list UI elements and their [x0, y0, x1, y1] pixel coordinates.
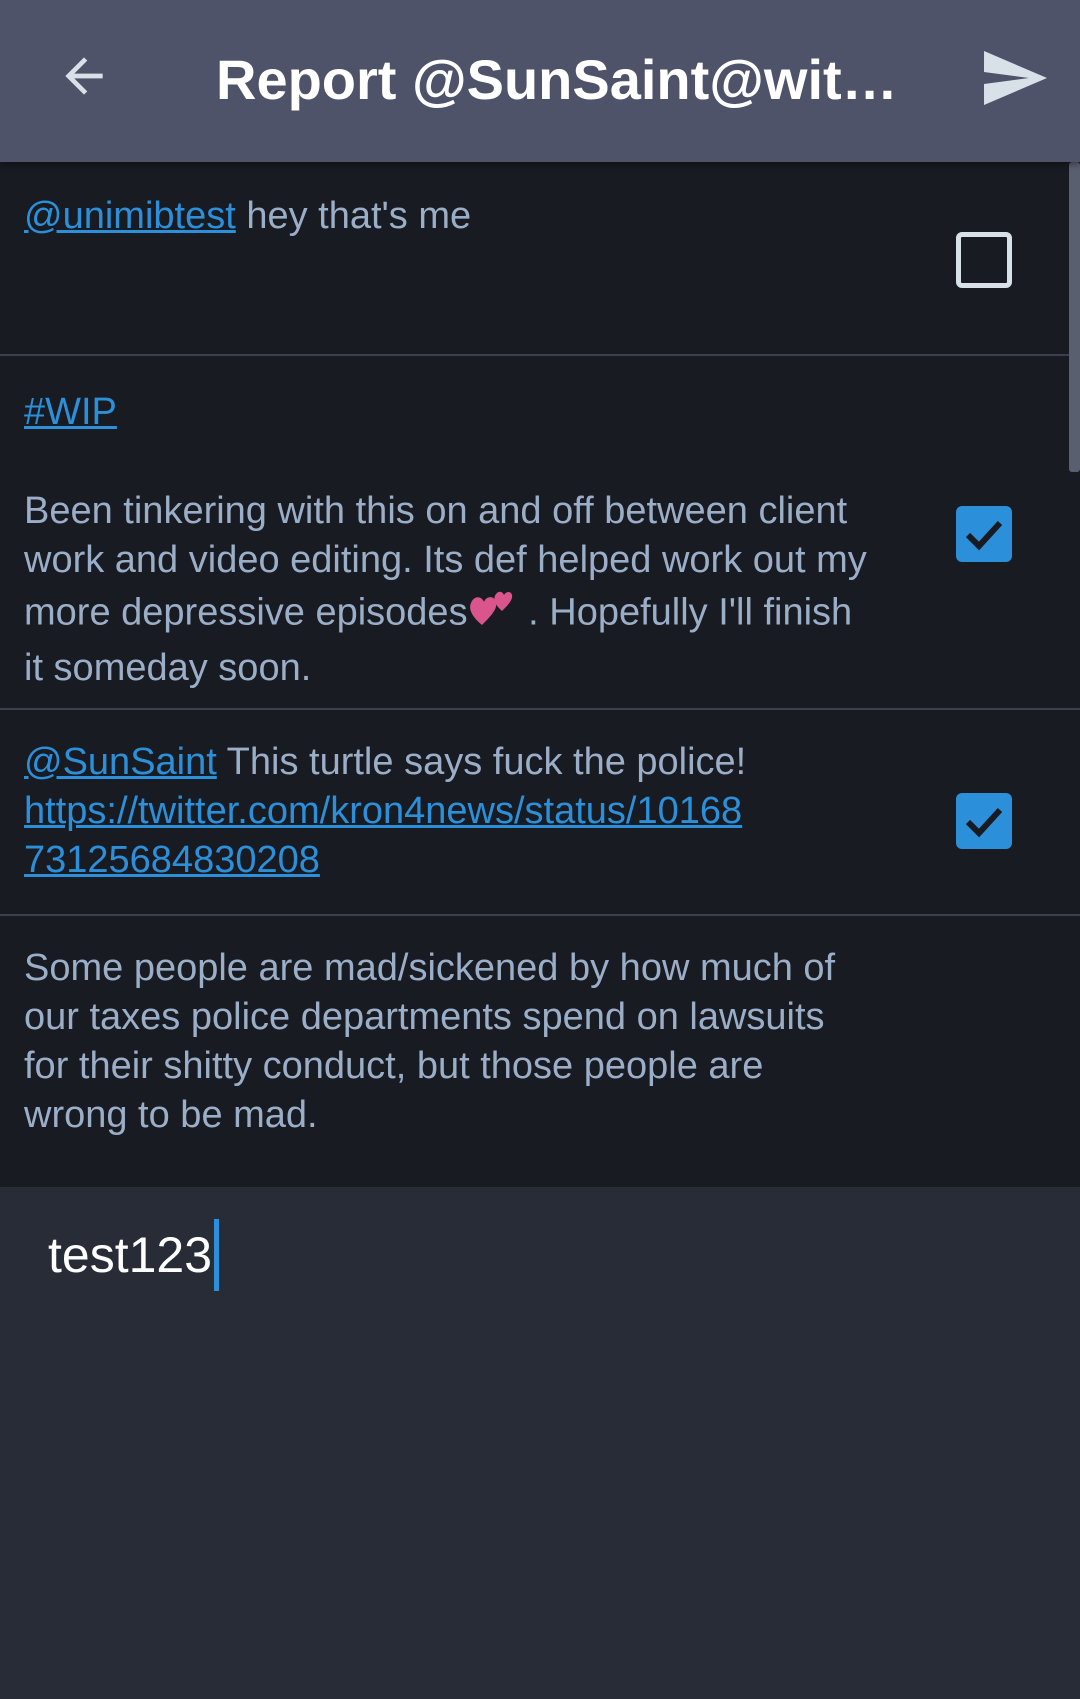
- text-caret: [214, 1219, 220, 1291]
- send-report-button[interactable]: [966, 36, 1062, 120]
- status-content: #WIP Been tinkering with this on and off…: [24, 388, 874, 693]
- status-item[interactable]: #WIP Been tinkering with this on and off…: [0, 356, 1080, 710]
- send-icon: [984, 51, 1047, 105]
- status-list[interactable]: @unimibtest hey that's me #WIP Been tink…: [0, 162, 1080, 1187]
- status-item[interactable]: Some people are mad/sickened by how much…: [0, 916, 1080, 1186]
- toolbar: Report @SunSaint@witc…: [0, 0, 1080, 162]
- comment-input[interactable]: test123: [48, 1219, 220, 1291]
- comment-field[interactable]: test123: [0, 1187, 1080, 1699]
- checkmark-icon: [965, 520, 1003, 551]
- checkmark-icon: [965, 807, 1003, 838]
- back-button[interactable]: [44, 36, 124, 116]
- status-content: @unimibtest hey that's me: [24, 192, 874, 241]
- scrollbar[interactable]: [1069, 162, 1080, 472]
- status-item[interactable]: @unimibtest hey that's me: [0, 162, 1080, 356]
- status-content: Some people are mad/sickened by how much…: [24, 944, 874, 1140]
- status-checkbox[interactable]: [956, 793, 1012, 849]
- status-checkbox[interactable]: [956, 506, 1012, 562]
- mention-link[interactable]: @unimibtest: [24, 195, 236, 237]
- comment-value: test123: [48, 1227, 213, 1283]
- hashtag-link[interactable]: #WIP: [24, 391, 117, 433]
- status-checkbox[interactable]: [956, 232, 1012, 288]
- status-text: hey that's me: [235, 195, 472, 237]
- mention-link[interactable]: @SunSaint: [24, 741, 217, 783]
- status-text: This turtle says fuck the police!: [216, 741, 747, 783]
- page-title: Report @SunSaint@witc…: [216, 48, 916, 111]
- status-text: Some people are mad/sickened by how much…: [24, 947, 836, 1136]
- two-hearts-emoji: [468, 585, 518, 644]
- status-item[interactable]: @SunSaint This turtle says fuck the poli…: [0, 710, 1080, 916]
- arrow-left-icon: [65, 57, 103, 95]
- status-content: @SunSaint This turtle says fuck the poli…: [24, 738, 874, 885]
- external-link[interactable]: https://twitter.com/kron4news/status/101…: [24, 787, 744, 885]
